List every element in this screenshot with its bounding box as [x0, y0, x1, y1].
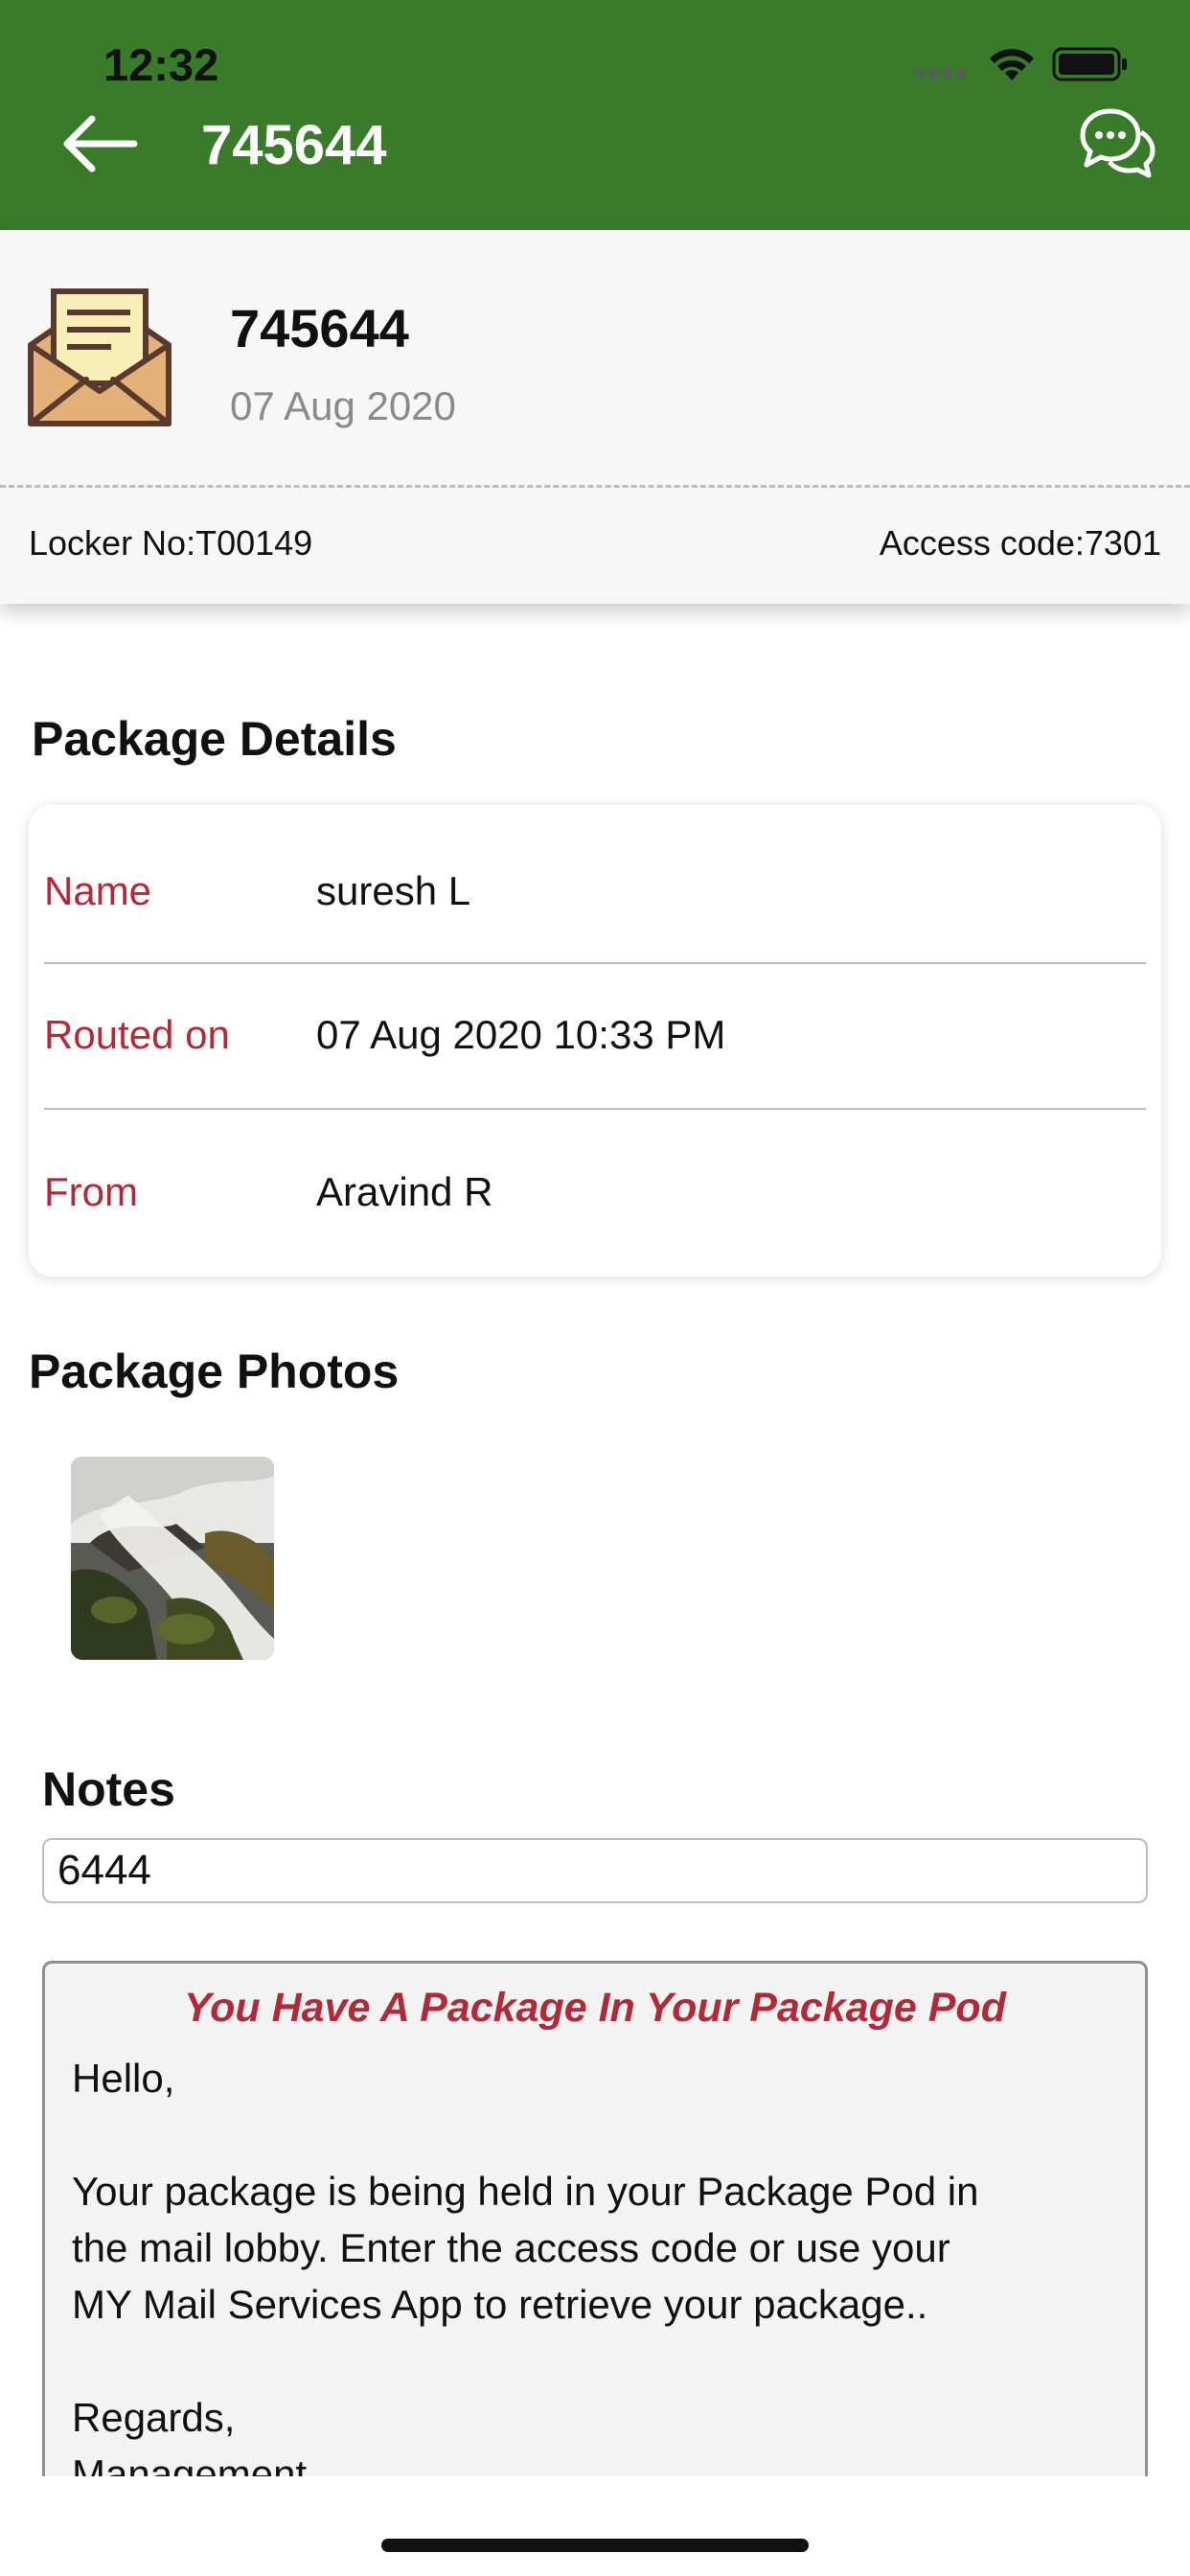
detail-value: Aravind R — [316, 1169, 493, 1214]
notification-message-box[interactable]: You Have A Package In Your Package Pod H… — [42, 1961, 1148, 2536]
waterfall-photo — [71, 1457, 274, 1660]
cellular-signal-icon — [916, 69, 966, 79]
status-time: 12:32 — [103, 39, 219, 90]
message-line: MY Mail Services App to retrieve your pa… — [72, 2282, 928, 2327]
detail-value: suresh L — [316, 868, 471, 913]
package-date: 07 Aug 2020 — [230, 383, 456, 428]
locker-number: Locker No:T00149 — [29, 523, 313, 563]
dashed-divider — [0, 485, 1190, 488]
package-detail-screen: 12:32 745644 745644 07 Aug 2020 Locker N… — [0, 0, 1190, 2576]
message-line: Your package is being held in your Packa… — [72, 2169, 979, 2214]
package-photo-thumbnail[interactable] — [71, 1457, 274, 1660]
detail-label: Routed on — [44, 1012, 230, 1057]
chat-bubbles-icon — [1080, 108, 1156, 178]
package-details-card: Name suresh L Routed on 07 Aug 2020 10:3… — [29, 805, 1161, 1276]
notes-field[interactable] — [42, 1838, 1148, 1903]
arrow-left-icon — [63, 115, 138, 172]
message-greeting: Hello, — [72, 2056, 175, 2101]
wifi-icon — [990, 49, 1034, 80]
home-indicator[interactable] — [381, 2539, 809, 2552]
package-photos-heading: Package Photos — [29, 1345, 400, 1398]
detail-row-routed-on: Routed on 07 Aug 2020 10:33 PM — [29, 964, 1161, 1108]
message-title: You Have A Package In Your Package Pod — [184, 1985, 1006, 2031]
back-button[interactable] — [57, 105, 144, 182]
access-code: Access code:7301 — [879, 523, 1161, 563]
package-summary-card: 745644 07 Aug 2020 Locker No:T00149 Acce… — [0, 230, 1190, 604]
detail-row-from: From Aravind R — [29, 1110, 1161, 1254]
envelope-open-icon — [28, 288, 172, 426]
app-header: 12:32 745644 — [0, 0, 1190, 230]
detail-value: 07 Aug 2020 10:33 PM — [316, 1012, 726, 1057]
bottom-safe-area — [0, 2476, 1190, 2576]
detail-label: From — [44, 1169, 138, 1214]
detail-row-name: Name suresh L — [29, 805, 1161, 949]
package-details-heading: Package Details — [32, 712, 397, 766]
notes-heading: Notes — [42, 1762, 175, 1816]
page-title: 745644 — [201, 114, 387, 176]
message-sign-off: Regards, — [72, 2395, 236, 2440]
package-id: 745644 — [230, 298, 409, 358]
message-body: Hello, Your package is being held in you… — [72, 2050, 1116, 2502]
detail-label: Name — [44, 868, 152, 913]
chat-button[interactable] — [1078, 104, 1156, 182]
message-line: the mail lobby. Enter the access code or… — [72, 2225, 950, 2270]
battery-icon — [1052, 47, 1127, 81]
